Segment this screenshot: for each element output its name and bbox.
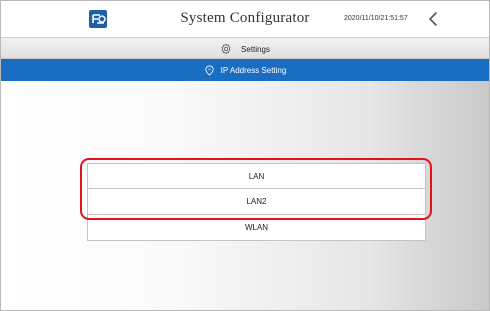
svg-text:IP: IP	[208, 67, 211, 71]
gear-icon	[221, 43, 231, 55]
lan-button[interactable]: LAN	[87, 163, 426, 189]
back-button[interactable]	[425, 10, 443, 28]
datetime-display: 2020/11/10/21:51:57	[344, 15, 408, 22]
lan2-label: LAN2	[246, 197, 267, 206]
settings-label: Settings	[241, 44, 270, 54]
ip-address-setting-bar: IP IP Address Setting	[1, 59, 489, 81]
network-interface-list: LAN LAN2 WLAN	[87, 163, 426, 241]
lan2-button[interactable]: LAN2	[87, 189, 426, 215]
app-title: System Configurator	[180, 10, 310, 26]
network-pin-icon: IP	[205, 65, 214, 76]
wlan-button[interactable]: WLAN	[87, 215, 426, 241]
settings-bar[interactable]: Settings	[1, 37, 489, 59]
chevron-left-icon	[428, 12, 437, 26]
app-window: System Configurator 2020/11/10/21:51:57 …	[0, 0, 490, 311]
lan-label: LAN	[248, 171, 265, 181]
wlan-label: WLAN	[244, 223, 269, 232]
header: System Configurator 2020/11/10/21:51:57	[1, 1, 489, 37]
section-title: IP Address Setting	[220, 65, 287, 75]
